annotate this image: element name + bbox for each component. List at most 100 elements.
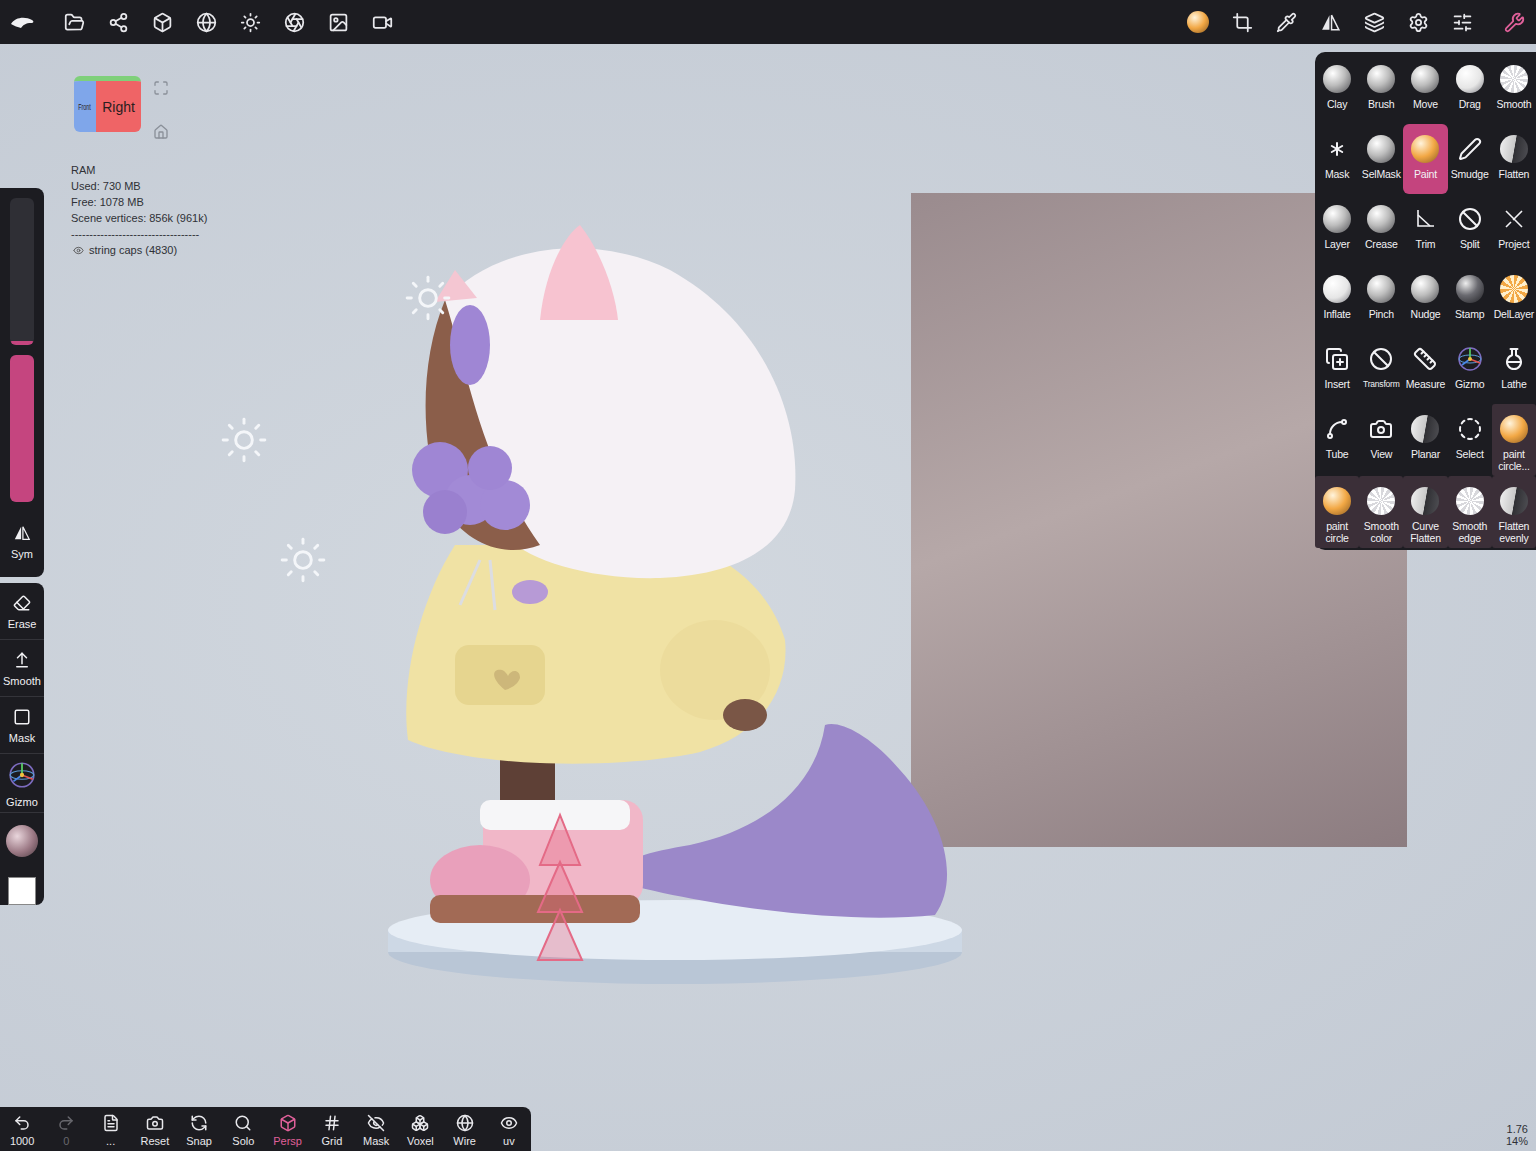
- tool-button[interactable]: Stamp: [1448, 264, 1492, 334]
- tool-button[interactable]: Select: [1448, 404, 1492, 476]
- top-button[interactable]: [316, 0, 360, 44]
- tool-icon-box: [1322, 64, 1352, 94]
- light[interactable]: [219, 415, 269, 465]
- tool-button[interactable]: Smudge: [1448, 124, 1492, 194]
- sculpt-model[interactable]: [380, 220, 980, 990]
- tool-button[interactable]: Inflate: [1315, 264, 1359, 334]
- tool-button[interactable]: Measure: [1403, 334, 1447, 404]
- material-button[interactable]: [1176, 0, 1220, 44]
- top-button[interactable]: [140, 0, 184, 44]
- top-button[interactable]: [1440, 0, 1484, 44]
- top-button[interactable]: [1220, 0, 1264, 44]
- tool-button[interactable]: Curve Flatten: [1403, 476, 1447, 548]
- quick-tools-panel: EraseSmoothMaskGizmo: [0, 583, 44, 905]
- home-icon[interactable]: [153, 124, 169, 140]
- tool-button[interactable]: Layer: [1315, 194, 1359, 264]
- bottom-button[interactable]: ...: [89, 1107, 133, 1151]
- bottom-button[interactable]: Wire: [443, 1107, 487, 1151]
- tool-button[interactable]: paint circle: [1315, 476, 1359, 548]
- symmetry-button[interactable]: Sym: [0, 512, 44, 569]
- background-icon: [328, 12, 349, 33]
- tool-button[interactable]: Paint: [1403, 124, 1447, 194]
- tool-button[interactable]: Planar: [1403, 404, 1447, 476]
- bottom-button[interactable]: Grid: [310, 1107, 354, 1151]
- tool-button[interactable]: Trim: [1403, 194, 1447, 264]
- bottom-button[interactable]: Persp: [266, 1107, 310, 1151]
- tool-button[interactable]: Flatten: [1492, 124, 1536, 194]
- tools-button[interactable]: [1492, 0, 1536, 44]
- viewport[interactable]: FrontRight RAMUsed: 730 MBFree: 1078 MBSc…: [0, 44, 1536, 1151]
- smudge-icon: [1458, 137, 1482, 161]
- tool-button[interactable]: Tube: [1315, 404, 1359, 476]
- material-swatch[interactable]: [6, 825, 38, 857]
- fullscreen-icon[interactable]: [153, 80, 169, 96]
- brush-slider[interactable]: [10, 198, 34, 345]
- bottom-button[interactable]: Snap: [177, 1107, 221, 1151]
- tool-button[interactable]: Smooth edge: [1448, 476, 1492, 548]
- bottom-button[interactable]: 0: [44, 1107, 88, 1151]
- tool-button[interactable]: Crease: [1359, 194, 1403, 264]
- cube-face[interactable]: Right: [96, 81, 141, 132]
- top-button[interactable]: [1264, 0, 1308, 44]
- tool-button[interactable]: Brush: [1359, 54, 1403, 124]
- stats-overlay: RAMUsed: 730 MBFree: 1078 MBScene vertic…: [71, 162, 207, 258]
- quick-tool[interactable]: Gizmo: [0, 754, 44, 813]
- logo-button[interactable]: [0, 0, 44, 44]
- top-button[interactable]: [1308, 0, 1352, 44]
- top-button[interactable]: [96, 0, 140, 44]
- voxel-icon: [411, 1114, 429, 1132]
- tool-button[interactable]: paint circle...: [1492, 404, 1536, 476]
- top-button[interactable]: [228, 0, 272, 44]
- sun-icon: [278, 535, 328, 585]
- light[interactable]: [278, 535, 328, 585]
- light[interactable]: [403, 273, 453, 323]
- visible-icon[interactable]: [73, 245, 84, 256]
- quick-tool[interactable]: Mask: [0, 697, 44, 754]
- flatten-evenly-sphere-icon: [1500, 487, 1528, 515]
- bottom-button[interactable]: Solo: [221, 1107, 265, 1151]
- tool-button[interactable]: Project: [1492, 194, 1536, 264]
- top-button[interactable]: [184, 0, 228, 44]
- top-button[interactable]: [1352, 0, 1396, 44]
- tool-button[interactable]: Gizmo: [1448, 334, 1492, 404]
- tool-button[interactable]: Clay: [1315, 54, 1359, 124]
- quick-tool[interactable]: Smooth: [0, 640, 44, 697]
- tool-button[interactable]: View: [1359, 404, 1403, 476]
- tool-button[interactable]: Flatten evenly: [1492, 476, 1536, 548]
- bottom-button[interactable]: Mask: [354, 1107, 398, 1151]
- tool-button[interactable]: Smooth color: [1359, 476, 1403, 548]
- tool-icon-box: [1366, 344, 1396, 374]
- dellayer-sphere-icon: [1500, 275, 1528, 303]
- scene-graph-icon: [108, 12, 129, 33]
- tool-button[interactable]: Split: [1448, 194, 1492, 264]
- cube-face[interactable]: Front: [74, 81, 96, 132]
- brush-slider[interactable]: [10, 355, 34, 502]
- tool-button[interactable]: Mask: [1315, 124, 1359, 194]
- bottom-button[interactable]: Voxel: [398, 1107, 442, 1151]
- tool-button[interactable]: Pinch: [1359, 264, 1403, 334]
- tool-button[interactable]: Insert: [1315, 334, 1359, 404]
- tool-button[interactable]: DelLayer: [1492, 264, 1536, 334]
- color-swatch[interactable]: [8, 877, 36, 905]
- tool-button[interactable]: Nudge: [1403, 264, 1447, 334]
- tool-button[interactable]: Lathe: [1492, 334, 1536, 404]
- top-button[interactable]: [1396, 0, 1440, 44]
- mesh-icon: [152, 12, 173, 33]
- top-button[interactable]: [52, 0, 96, 44]
- top-button[interactable]: [272, 0, 316, 44]
- tool-button[interactable]: Smooth: [1492, 54, 1536, 124]
- tool-button[interactable]: SelMask: [1359, 124, 1403, 194]
- bottom-button[interactable]: uv: [487, 1107, 531, 1151]
- view-cube[interactable]: FrontRight: [74, 76, 141, 132]
- tool-button[interactable]: Move: [1403, 54, 1447, 124]
- quick-tool[interactable]: Erase: [0, 583, 44, 640]
- tool-button[interactable]: Drag: [1448, 54, 1492, 124]
- bottom-button[interactable]: Reset: [133, 1107, 177, 1151]
- stats-separator: -----------------------------------: [71, 226, 207, 242]
- bottom-button[interactable]: 1000: [0, 1107, 44, 1151]
- history-icon: [102, 1114, 120, 1132]
- top-button[interactable]: [360, 0, 404, 44]
- curve-flatten-sphere-icon: [1411, 487, 1439, 515]
- tool-button[interactable]: Transform: [1359, 334, 1403, 404]
- object-row[interactable]: string caps (4830): [71, 242, 207, 258]
